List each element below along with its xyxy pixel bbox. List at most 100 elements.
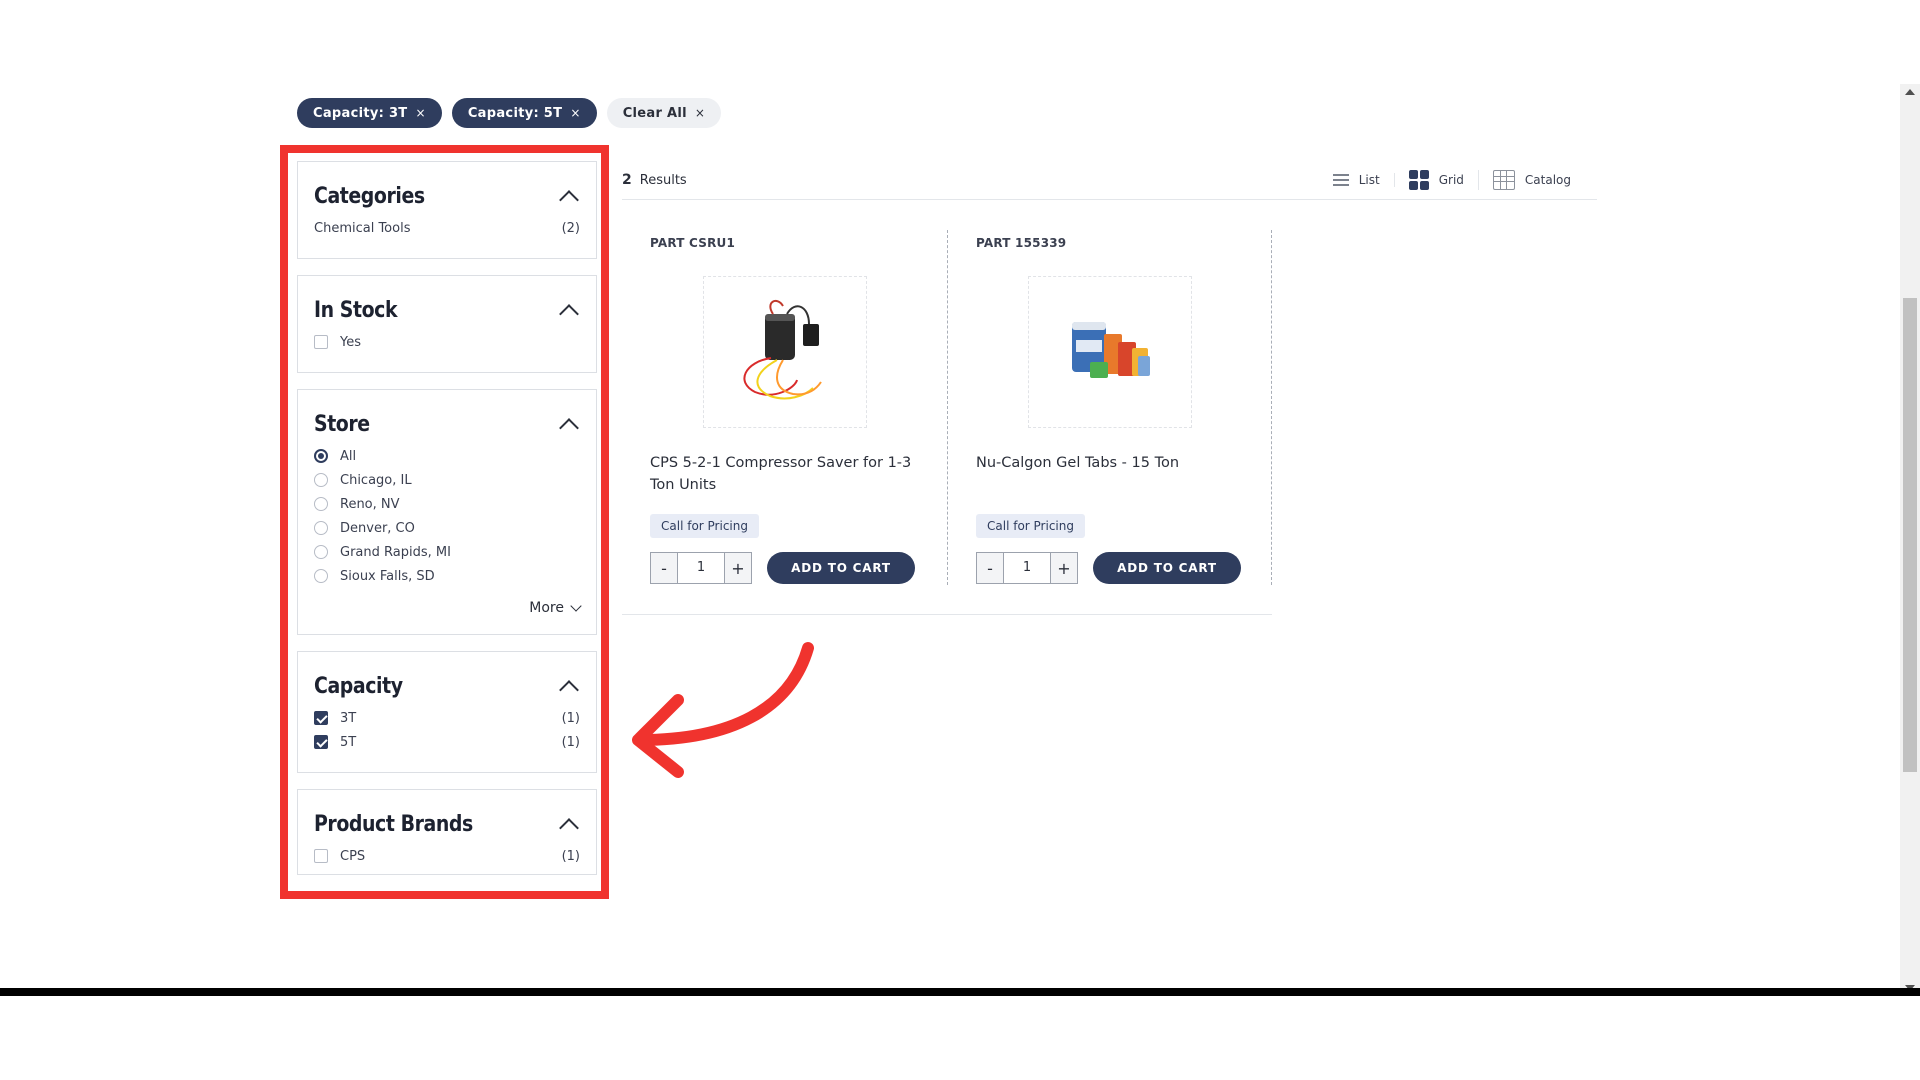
results-count: 2 Results [622, 172, 687, 188]
compressor-saver-icon [742, 299, 822, 400]
chip-label: Capacity: 3T [313, 105, 408, 121]
call-for-pricing-badge: Call for Pricing [976, 514, 1085, 538]
store-option-grand-rapids[interactable]: Grand Rapids, MI [314, 540, 580, 564]
close-icon[interactable]: × [570, 106, 580, 120]
clear-all-button[interactable]: Clear All × [606, 98, 722, 128]
checkbox[interactable] [314, 849, 328, 863]
category-item[interactable]: Chemical Tools (2) [314, 216, 580, 240]
capacity-option-5t[interactable]: 5T (1) [314, 730, 580, 754]
checkbox[interactable] [314, 335, 328, 349]
page: Capacity: 3T × Capacity: 5T × Clear All … [0, 0, 1920, 1080]
part-number: PART 155339 [976, 236, 1067, 250]
option-count: (1) [561, 848, 580, 864]
category-count: (2) [561, 220, 580, 236]
results-label: Results [639, 172, 687, 188]
decrease-quantity-button[interactable]: - [977, 553, 1003, 583]
chevron-up-icon[interactable] [559, 303, 579, 324]
chevron-up-icon[interactable] [559, 189, 579, 210]
chevron-down-icon [570, 600, 582, 612]
panel-header[interactable]: In Stock [314, 290, 580, 330]
bottom-divider [0, 988, 1920, 996]
product-image[interactable] [702, 276, 867, 428]
scroll-up-arrow-icon[interactable] [1905, 89, 1915, 95]
checkbox-checked[interactable] [314, 711, 328, 725]
radio-button[interactable] [314, 545, 328, 559]
more-label: More [529, 600, 564, 616]
product-card: PART CSRU1 CPS 5-2-1 Compressor Saver fo… [622, 230, 948, 585]
results-toolbar: 2 Results List Grid Catalog [622, 160, 1597, 200]
view-label: Catalog [1524, 172, 1571, 187]
panel-header[interactable]: Capacity [314, 666, 580, 706]
option-label: All [340, 448, 357, 464]
option-label: Chicago, IL [340, 472, 412, 488]
quantity-stepper: - 1 + [976, 552, 1078, 584]
chevron-up-icon[interactable] [559, 679, 579, 700]
view-label: Grid [1438, 172, 1464, 187]
panel-title: In Stock [314, 297, 398, 323]
view-list-button[interactable]: List [1319, 172, 1395, 187]
add-to-cart-button[interactable]: ADD TO CART [767, 552, 915, 584]
radio-button[interactable] [314, 449, 328, 463]
close-icon[interactable]: × [415, 106, 425, 120]
brand-option-cps[interactable]: CPS (1) [314, 844, 580, 868]
option-label: Sioux Falls, SD [340, 568, 435, 584]
store-option-all[interactable]: All [314, 444, 580, 468]
chevron-up-icon[interactable] [559, 417, 579, 438]
quantity-input[interactable]: 1 [677, 553, 725, 583]
grid-icon [1408, 169, 1429, 190]
filter-panel-capacity: Capacity 3T (1) 5T (1) [297, 651, 597, 773]
increase-quantity-button[interactable]: + [1051, 553, 1077, 583]
panel-title: Store [314, 411, 370, 437]
cart-controls: - 1 + ADD TO CART [976, 552, 1243, 584]
panel-title: Categories [314, 183, 425, 209]
filter-sidebar: Categories Chemical Tools (2) In Stock Y… [297, 161, 597, 891]
radio-button[interactable] [314, 473, 328, 487]
option-label: CPS [340, 848, 366, 864]
clear-all-label: Clear All [622, 105, 687, 121]
close-icon[interactable]: × [695, 106, 705, 120]
increase-quantity-button[interactable]: + [725, 553, 751, 583]
view-label: List [1358, 172, 1380, 187]
panel-header[interactable]: Categories [314, 176, 580, 216]
view-grid-button[interactable]: Grid [1395, 169, 1479, 190]
store-option-sioux-falls[interactable]: Sioux Falls, SD [314, 564, 580, 588]
panel-header[interactable]: Store [314, 404, 580, 444]
radio-button[interactable] [314, 497, 328, 511]
product-name[interactable]: Nu-Calgon Gel Tabs - 15 Ton [976, 452, 1243, 500]
option-count: (1) [561, 710, 580, 726]
product-image[interactable] [1027, 276, 1192, 428]
option-label: Denver, CO [340, 520, 415, 536]
in-stock-option[interactable]: Yes [314, 330, 580, 354]
panel-header[interactable]: Product Brands [314, 804, 580, 844]
view-switcher: List Grid Catalog [1319, 169, 1597, 190]
store-option-reno[interactable]: Reno, NV [314, 492, 580, 516]
store-option-denver[interactable]: Denver, CO [314, 516, 580, 540]
more-button[interactable]: More [314, 600, 582, 616]
chevron-up-icon[interactable] [559, 817, 579, 838]
page-scrollbar[interactable] [1900, 84, 1920, 996]
option-label: Reno, NV [340, 496, 400, 512]
decrease-quantity-button[interactable]: - [651, 553, 677, 583]
checkbox-checked[interactable] [314, 735, 328, 749]
product-grid: PART CSRU1 CPS 5-2-1 Compressor Saver fo… [622, 230, 1272, 615]
capacity-option-3t[interactable]: 3T (1) [314, 706, 580, 730]
filter-panel-categories: Categories Chemical Tools (2) [297, 161, 597, 259]
quantity-input[interactable]: 1 [1003, 553, 1051, 583]
add-to-cart-button[interactable]: ADD TO CART [1093, 552, 1241, 584]
product-name[interactable]: CPS 5-2-1 Compressor Saver for 1-3 Ton U… [650, 452, 919, 500]
catalog-icon [1492, 169, 1515, 190]
filter-chip-capacity-3t[interactable]: Capacity: 3T × [297, 98, 442, 128]
filter-chip-capacity-5t[interactable]: Capacity: 5T × [451, 98, 597, 128]
option-label: 3T [340, 710, 357, 726]
option-label: 5T [340, 734, 357, 750]
radio-button[interactable] [314, 569, 328, 583]
list-icon [1332, 173, 1349, 186]
view-catalog-button[interactable]: Catalog [1479, 169, 1585, 190]
part-number: PART CSRU1 [650, 236, 736, 250]
option-count: (1) [561, 734, 580, 750]
scrollbar-thumb[interactable] [1903, 298, 1917, 772]
option-label: Grand Rapids, MI [340, 544, 451, 560]
store-option-chicago[interactable]: Chicago, IL [314, 468, 580, 492]
radio-button[interactable] [314, 521, 328, 535]
chip-label: Capacity: 5T [467, 105, 563, 121]
